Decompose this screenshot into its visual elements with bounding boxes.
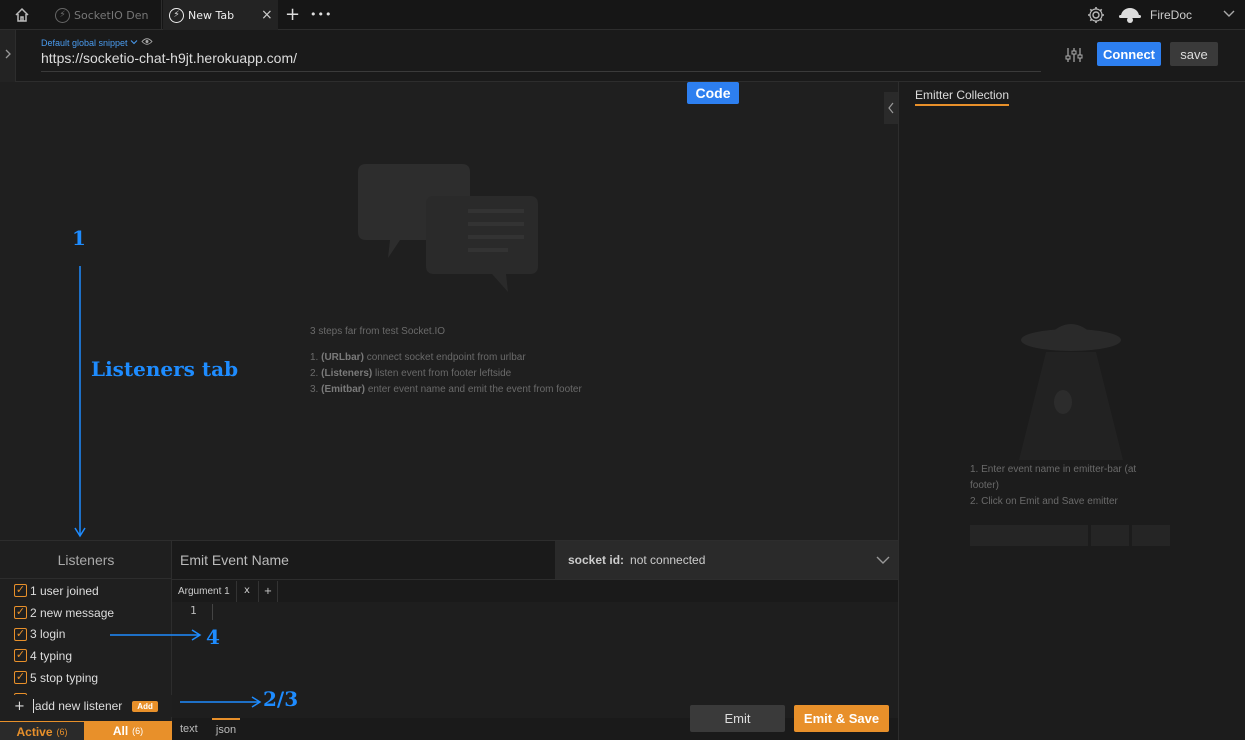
- main-panel: Code 3 steps far from test Socket.IO 1. …: [0, 82, 898, 540]
- annotation-arrow-right: [180, 694, 262, 714]
- annotation-number-1: 1: [72, 226, 86, 250]
- listener-label: 3 login: [30, 627, 66, 642]
- settings-sliders-icon[interactable]: [1065, 46, 1083, 68]
- list-item[interactable]: ✓ 2 new message: [14, 602, 170, 624]
- chevron-down-icon[interactable]: [1222, 5, 1236, 24]
- tab-new-tab[interactable]: ⚡ New Tab ×: [163, 0, 278, 30]
- tab-active-listeners[interactable]: Active (6): [0, 721, 84, 740]
- sidebar-toggle-icon[interactable]: [0, 30, 16, 82]
- checkbox-checked-icon[interactable]: ✓: [14, 627, 27, 641]
- chevron-down-icon[interactable]: [875, 553, 891, 570]
- socketio-icon: ⚡: [169, 7, 184, 23]
- tab-socketio-den[interactable]: ⚡ SocketIO Den: [50, 0, 162, 30]
- snippet-selector[interactable]: Default global snippet: [41, 37, 153, 48]
- intro-step: 3. (Emitbar) enter event name and emit t…: [310, 384, 582, 395]
- checkbox-checked-icon[interactable]: ✓: [14, 649, 27, 663]
- checkbox-checked-icon[interactable]: ✓: [14, 606, 27, 620]
- checkbox-checked-icon[interactable]: ✓: [14, 671, 27, 685]
- chevron-down-icon: [130, 38, 138, 48]
- plus-icon: +: [14, 698, 25, 714]
- close-icon[interactable]: x: [244, 585, 250, 596]
- tab-text[interactable]: text: [180, 723, 198, 735]
- emitter-steps: 1. Enter event name in emitter-bar (at f…: [970, 462, 1160, 510]
- list-item[interactable]: ✓ 1 user joined: [14, 580, 170, 602]
- placeholder-bar: [970, 525, 1088, 546]
- intro-text: 3 steps far from test Socket.IO 1. (URLb…: [310, 324, 595, 398]
- listener-label: 5 stop typing: [30, 670, 99, 685]
- avatar[interactable]: [1118, 4, 1142, 26]
- add-tab-button[interactable]: +: [285, 4, 300, 25]
- tab-json[interactable]: json: [212, 718, 240, 736]
- emitter-step: 1. Enter event name in emitter-bar (at f…: [970, 464, 1137, 491]
- cursor: [212, 604, 213, 620]
- socket-id-box[interactable]: socket id: not connected: [555, 541, 898, 579]
- list-item[interactable]: ✓ 5 stop typing: [14, 667, 170, 689]
- code-button[interactable]: Code: [687, 82, 739, 104]
- socket-id-label: socket id:: [568, 553, 625, 567]
- tab-argument-1[interactable]: Argument 1: [172, 581, 237, 602]
- emit-and-save-button[interactable]: Emit & Save: [794, 705, 889, 732]
- intro-heading: 3 steps far from test Socket.IO: [310, 326, 446, 337]
- emitter-collection-panel: Emitter Collection 1. Enter event name i…: [898, 82, 1245, 740]
- tab-emitter-collection[interactable]: Emitter Collection: [915, 88, 1010, 106]
- placeholder-bar: [1132, 525, 1170, 546]
- intro-step: 2. (Listeners) listen event from footer …: [310, 368, 512, 379]
- listeners-header[interactable]: Listeners: [0, 541, 172, 579]
- home-icon[interactable]: [13, 6, 31, 24]
- gear-icon[interactable]: [1086, 5, 1106, 25]
- collapse-right-panel-icon[interactable]: [884, 92, 898, 124]
- tab-label: New Tab: [188, 8, 235, 22]
- add-listener-button[interactable]: Add: [132, 700, 158, 712]
- listener-label: 2 new message: [30, 605, 115, 620]
- list-item[interactable]: ✓ 4 typing: [14, 645, 170, 667]
- more-tabs-button[interactable]: •••: [310, 8, 332, 21]
- ufo-icon: [1011, 310, 1131, 464]
- socketio-icon: ⚡: [55, 7, 70, 23]
- tab-all-listeners[interactable]: All (6): [84, 721, 172, 740]
- listener-label: 4 typing: [30, 648, 73, 663]
- add-listener-input[interactable]: add new listener: [32, 699, 122, 713]
- annotation-listeners-tab: Listeners tab: [91, 357, 239, 381]
- divider: [172, 579, 898, 580]
- snippet-label: Default global snippet: [41, 37, 128, 48]
- placeholder-bar: [1091, 525, 1129, 546]
- annotation-arrow-right: [110, 627, 202, 647]
- eye-icon[interactable]: [140, 37, 153, 48]
- emitter-step: 2. Click on Emit and Save emitter: [970, 496, 1118, 507]
- emit-button[interactable]: Emit: [690, 705, 785, 732]
- intro-step: 1. (URLbar) connect socket endpoint from…: [310, 352, 526, 363]
- close-icon[interactable]: ×: [261, 7, 273, 23]
- annotation-arrow-down: [72, 266, 92, 544]
- listener-label: 1 user joined: [30, 583, 99, 598]
- url-input[interactable]: https://socketio-chat-h9jt.herokuapp.com…: [41, 50, 1041, 72]
- url-bar: Default global snippet https://socketio-…: [0, 30, 1245, 82]
- socket-id-value: not connected: [630, 553, 706, 567]
- connect-button[interactable]: Connect: [1097, 42, 1161, 66]
- chat-bubbles-icon: [358, 164, 540, 302]
- save-button[interactable]: save: [1170, 42, 1218, 66]
- emit-event-input[interactable]: Emit Event Name: [180, 552, 289, 568]
- checkbox-checked-icon[interactable]: ✓: [14, 584, 27, 598]
- user-name: FireDoc: [1150, 8, 1193, 22]
- add-listener-row: + add new listener Add: [0, 695, 172, 717]
- annotation-number-4: 4: [206, 625, 220, 649]
- line-number: 1: [190, 604, 197, 617]
- add-argument-button[interactable]: +: [258, 581, 278, 602]
- tab-bar: ⚡ SocketIO Den ⚡ New Tab × + ••• FireDoc: [0, 0, 1245, 30]
- tab-label: SocketIO Den: [74, 8, 149, 22]
- annotation-number-2-3: 2/3: [263, 687, 299, 711]
